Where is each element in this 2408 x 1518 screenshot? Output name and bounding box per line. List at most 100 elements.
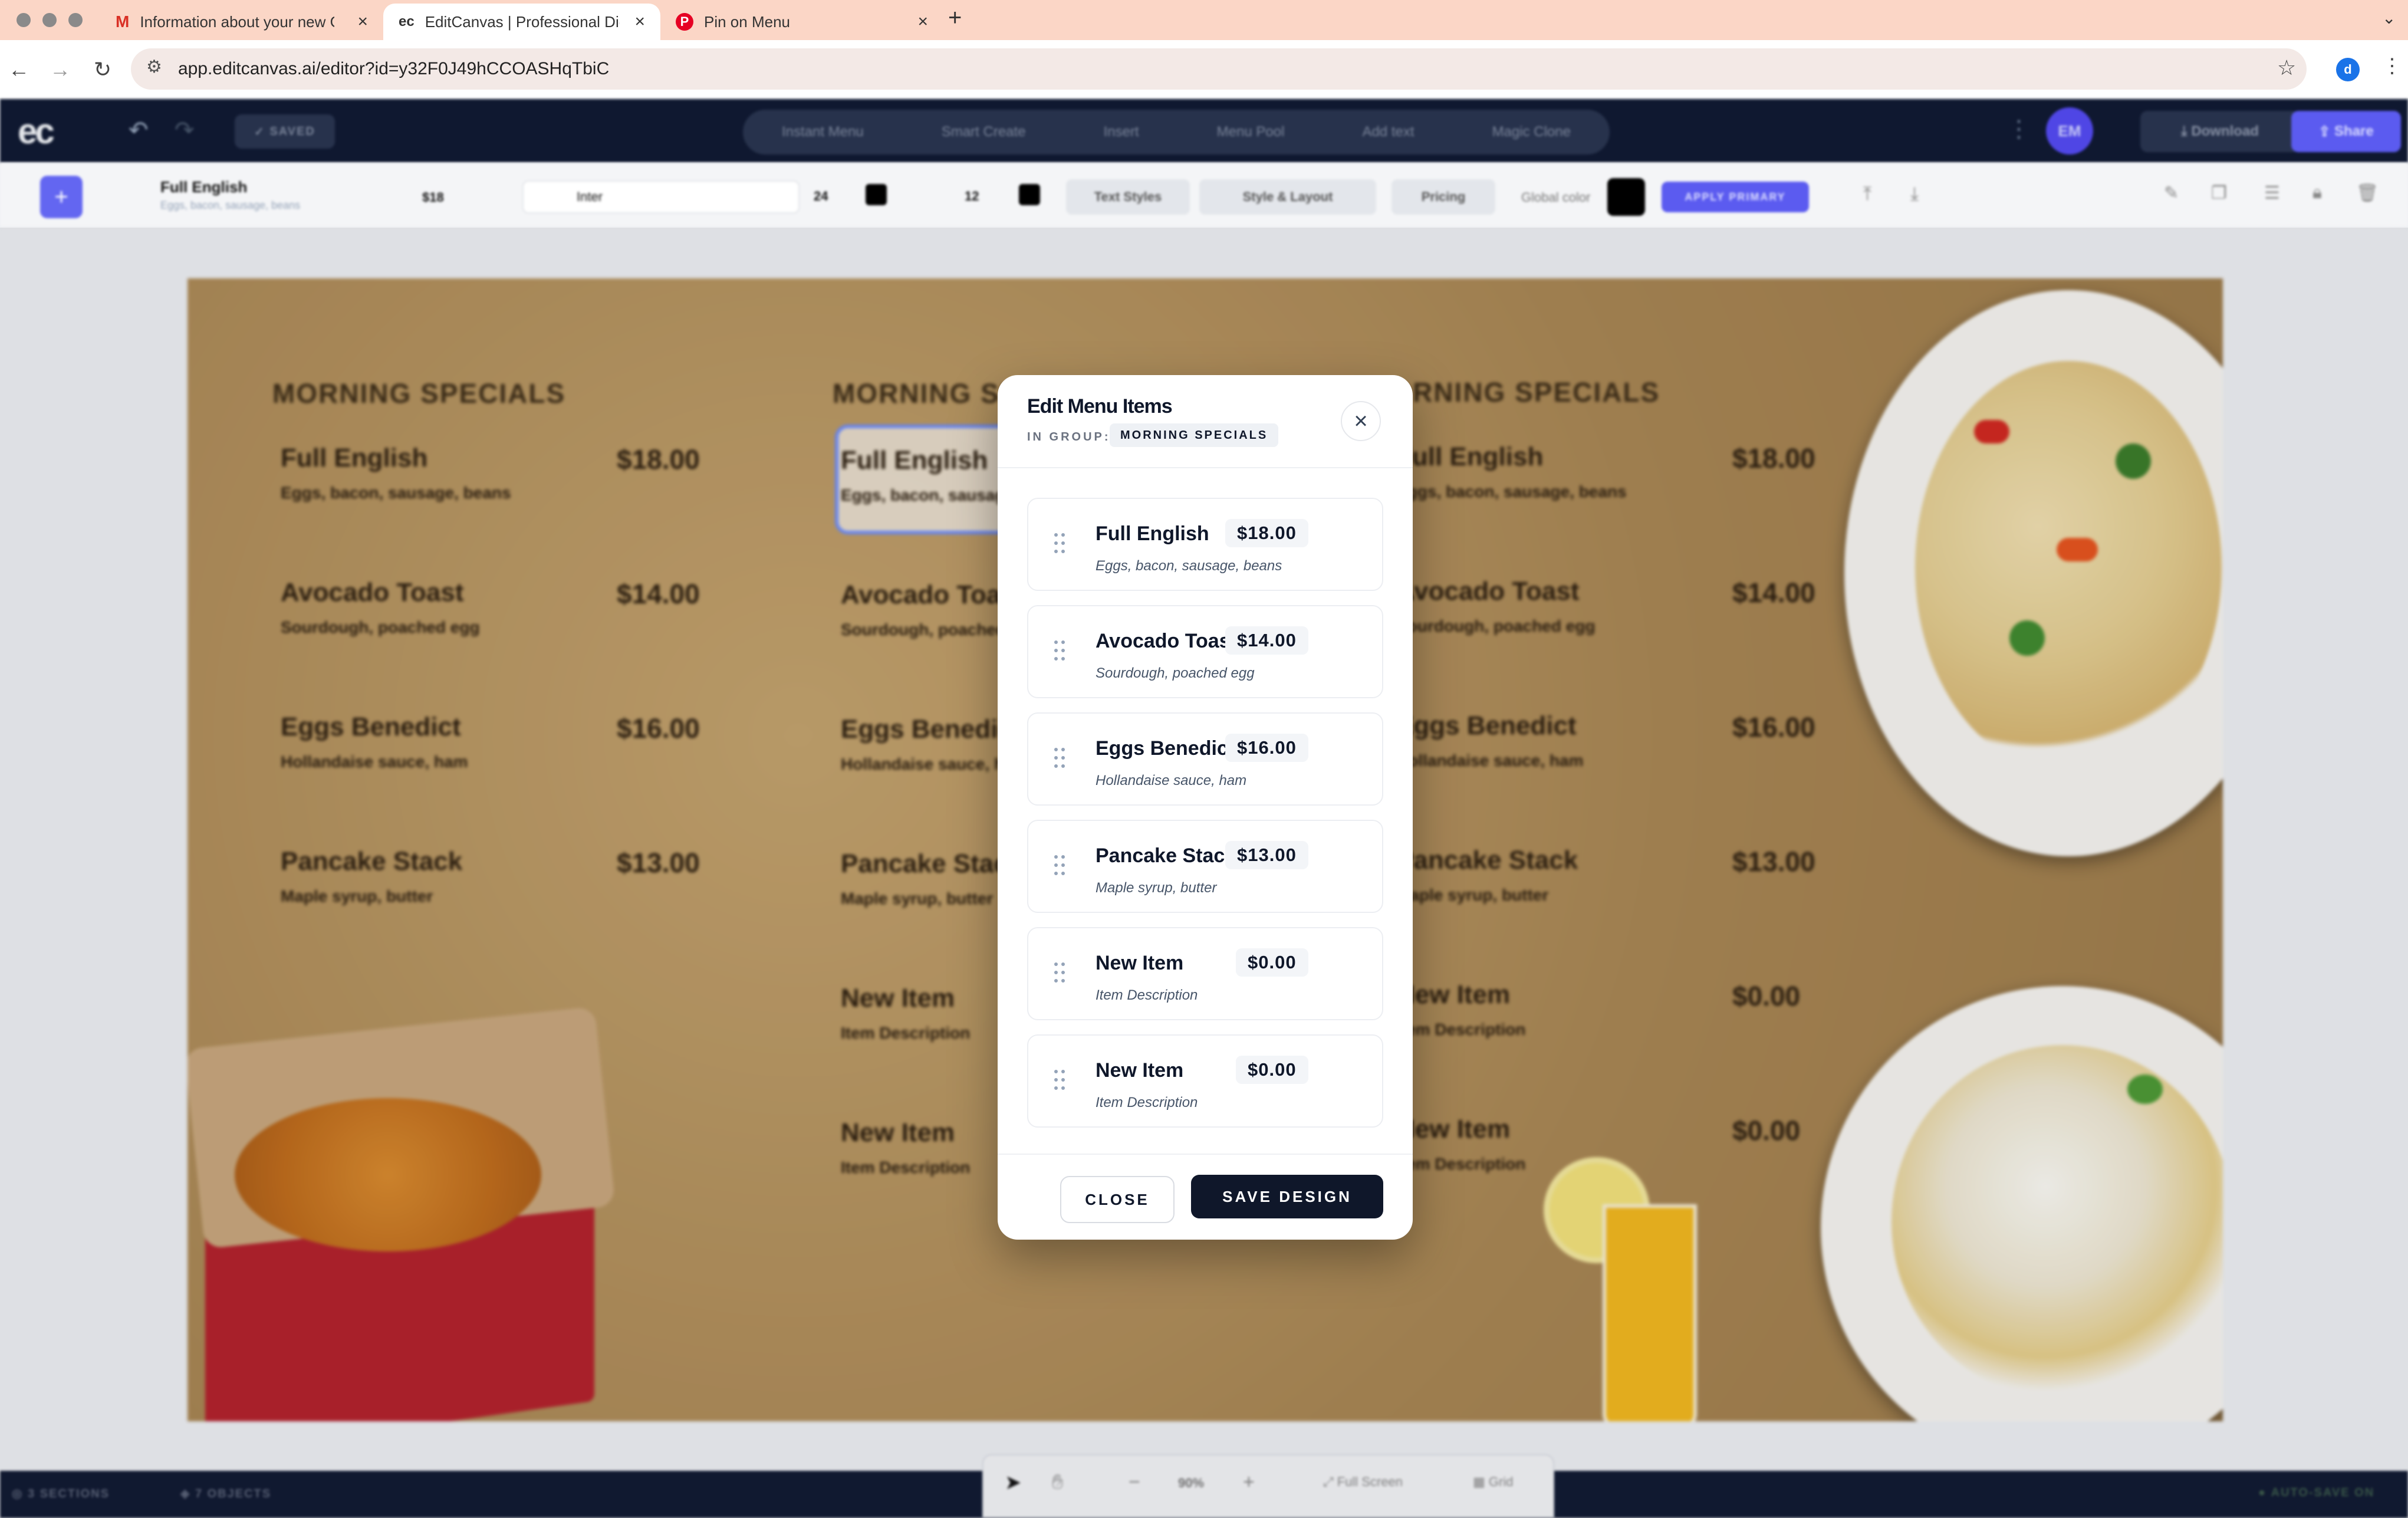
item-price[interactable]: $0.00	[1236, 948, 1308, 977]
dialog-header: Edit Menu Items IN GROUP: MORNING SPECIA…	[998, 375, 1413, 468]
text-color-swatch[interactable]	[866, 184, 887, 205]
app-header: ec ↶ ↷ ✓ SAVED Instant Menu Smart Create…	[0, 99, 2408, 163]
item-name[interactable]: Avocado Toast	[1096, 630, 1237, 653]
menu-item-row[interactable]: New Item $0.00 Item Description	[1027, 1034, 1383, 1128]
share-button[interactable]: ⇪ Share	[2291, 111, 2401, 152]
drag-handle-icon[interactable]	[1054, 855, 1066, 876]
drag-handle-icon[interactable]	[1054, 748, 1066, 769]
tab-gmail[interactable]: M Information about your new Google ×	[100, 4, 383, 40]
window-minimize-dot[interactable]	[42, 13, 57, 27]
style-layout-button[interactable]: Style & Layout	[1199, 179, 1376, 215]
item-description[interactable]: Hollandaise sauce, ham	[1096, 773, 1246, 789]
item-name[interactable]: New Item	[1096, 952, 1183, 975]
paint-icon[interactable]: ✎	[2164, 183, 2179, 203]
group-label: IN GROUP:	[1027, 431, 1111, 443]
item-name[interactable]: Eggs Benedict	[1096, 737, 1235, 760]
tab-title: Information about your new Google	[140, 12, 334, 31]
gmail-icon: M	[116, 12, 130, 31]
forward-icon[interactable]: →	[44, 53, 77, 86]
font-size-input[interactable]: 24	[814, 189, 828, 204]
reload-icon[interactable]: ↻	[86, 53, 119, 86]
browser-tab-strip: M Information about your new Google × ec…	[0, 0, 2408, 40]
send-backward-icon[interactable]: ⤓	[1910, 183, 1919, 205]
item-description[interactable]: Eggs, bacon, sausage, beans	[1096, 558, 1282, 574]
item-price[interactable]: $16.00	[1225, 734, 1308, 762]
tab-title: EditCanvas | Professional Digital	[425, 12, 620, 31]
download-button[interactable]: ⤓ Download	[2140, 111, 2300, 152]
edit-menu-items-dialog: Edit Menu Items IN GROUP: MORNING SPECIA…	[998, 375, 1413, 1240]
item-name[interactable]: New Item	[1096, 1059, 1183, 1082]
selected-item-price: $18	[422, 190, 444, 205]
lock-icon[interactable]: 🔒︎	[2312, 183, 2322, 203]
browser-menu-icon[interactable]: ⋮	[2382, 54, 2402, 78]
site-settings-icon[interactable]: ⚙	[146, 57, 162, 77]
save-design-button[interactable]: SAVE DESIGN	[1191, 1175, 1383, 1218]
pricing-button[interactable]: Pricing	[1391, 179, 1495, 215]
drag-handle-icon[interactable]	[1054, 1070, 1066, 1091]
item-name[interactable]: Full English	[1096, 523, 1209, 546]
tab-close-icon[interactable]: ×	[634, 12, 645, 32]
menu-item-row[interactable]: New Item $0.00 Item Description	[1027, 927, 1383, 1020]
smart-create-button[interactable]: Smart Create	[942, 124, 1026, 140]
tab-pinterest[interactable]: P Pin on Menu ×	[660, 4, 943, 40]
duplicate-icon[interactable]: ❐	[2211, 183, 2227, 203]
tab-close-icon[interactable]: ×	[917, 12, 928, 32]
global-color-label: Global color	[1521, 190, 1591, 205]
tab-search-chevron-icon[interactable]: ⌄	[2382, 8, 2396, 28]
bookmark-star-icon[interactable]: ☆	[2277, 55, 2296, 80]
item-name[interactable]: Pancake Stack	[1096, 845, 1236, 868]
close-icon[interactable]: ×	[1341, 401, 1381, 441]
menu-item-row[interactable]: Full English $18.00 Eggs, bacon, sausage…	[1027, 498, 1383, 591]
insert-button[interactable]: Insert	[1104, 124, 1139, 140]
address-bar[interactable]: ⚙ app.editcanvas.ai/editor?id=y32F0J49hC…	[131, 48, 2307, 90]
undo-icon[interactable]: ↶	[129, 117, 149, 144]
magic-clone-button[interactable]: Magic Clone	[1492, 124, 1571, 140]
instant-menu-button[interactable]: Instant Menu	[782, 124, 864, 140]
add-element-button[interactable]: +	[40, 176, 83, 218]
redo-icon[interactable]: ↷	[175, 117, 195, 144]
item-description[interactable]: Item Description	[1096, 987, 1198, 1004]
layers-icon[interactable]: ☰	[2264, 183, 2280, 203]
close-button[interactable]: CLOSE	[1060, 1176, 1175, 1223]
item-price[interactable]: $14.00	[1225, 626, 1308, 655]
item-price[interactable]: $0.00	[1236, 1056, 1308, 1084]
tab-close-icon[interactable]: ×	[357, 12, 368, 32]
delete-icon[interactable]: 🗑︎	[2356, 183, 2379, 203]
font-family-select[interactable]: Inter	[522, 180, 800, 213]
back-icon[interactable]: ←	[2, 53, 35, 86]
menu-item-row[interactable]: Eggs Benedict $16.00 Hollandaise sauce, …	[1027, 712, 1383, 806]
main-toolbar: Instant Menu Smart Create Insert Menu Po…	[743, 110, 1610, 155]
drag-handle-icon[interactable]	[1054, 962, 1066, 984]
drag-handle-icon[interactable]	[1054, 533, 1066, 554]
item-price[interactable]: $18.00	[1225, 519, 1308, 547]
text-properties-toolbar: + Full English Eggs, bacon, sausage, bea…	[0, 163, 2408, 228]
more-options-icon[interactable]: ⋮	[2007, 116, 2031, 143]
menu-pool-button[interactable]: Menu Pool	[1217, 124, 1285, 140]
selected-item-desc: Eggs, bacon, sausage, beans	[160, 199, 301, 211]
bring-forward-icon[interactable]: ⤒	[1863, 183, 1871, 205]
dialog-footer: CLOSE SAVE DESIGN	[998, 1154, 1413, 1240]
item-description[interactable]: Item Description	[1096, 1095, 1198, 1111]
item-price[interactable]: $13.00	[1225, 841, 1308, 869]
tab-editcanvas[interactable]: ec EditCanvas | Professional Digital ×	[383, 4, 660, 40]
desc-color-swatch[interactable]	[1019, 184, 1040, 205]
desc-size-input[interactable]: 12	[965, 189, 979, 204]
saved-indicator: ✓ SAVED	[235, 114, 335, 149]
app-logo: ec	[18, 111, 55, 151]
global-color-swatch[interactable]	[1607, 178, 1645, 216]
user-avatar[interactable]: EM	[2046, 107, 2093, 155]
window-maximize-dot[interactable]	[68, 13, 83, 27]
text-styles-button[interactable]: Text Styles	[1066, 179, 1190, 215]
item-description[interactable]: Sourdough, poached egg	[1096, 665, 1255, 682]
group-badge: MORNING SPECIALS	[1110, 423, 1279, 447]
apply-primary-button[interactable]: APPLY PRIMARY	[1662, 182, 1809, 212]
profile-avatar[interactable]: d	[2336, 58, 2360, 81]
menu-item-row[interactable]: Avocado Toast $14.00 Sourdough, poached …	[1027, 605, 1383, 698]
new-tab-icon[interactable]: +	[948, 5, 962, 31]
menu-item-row[interactable]: Pancake Stack $13.00 Maple syrup, butter	[1027, 820, 1383, 913]
editcanvas-icon: ec	[399, 14, 415, 29]
drag-handle-icon[interactable]	[1054, 640, 1066, 662]
add-text-button[interactable]: Add text	[1362, 124, 1414, 140]
window-close-dot[interactable]	[17, 13, 31, 27]
item-description[interactable]: Maple syrup, butter	[1096, 880, 1216, 896]
